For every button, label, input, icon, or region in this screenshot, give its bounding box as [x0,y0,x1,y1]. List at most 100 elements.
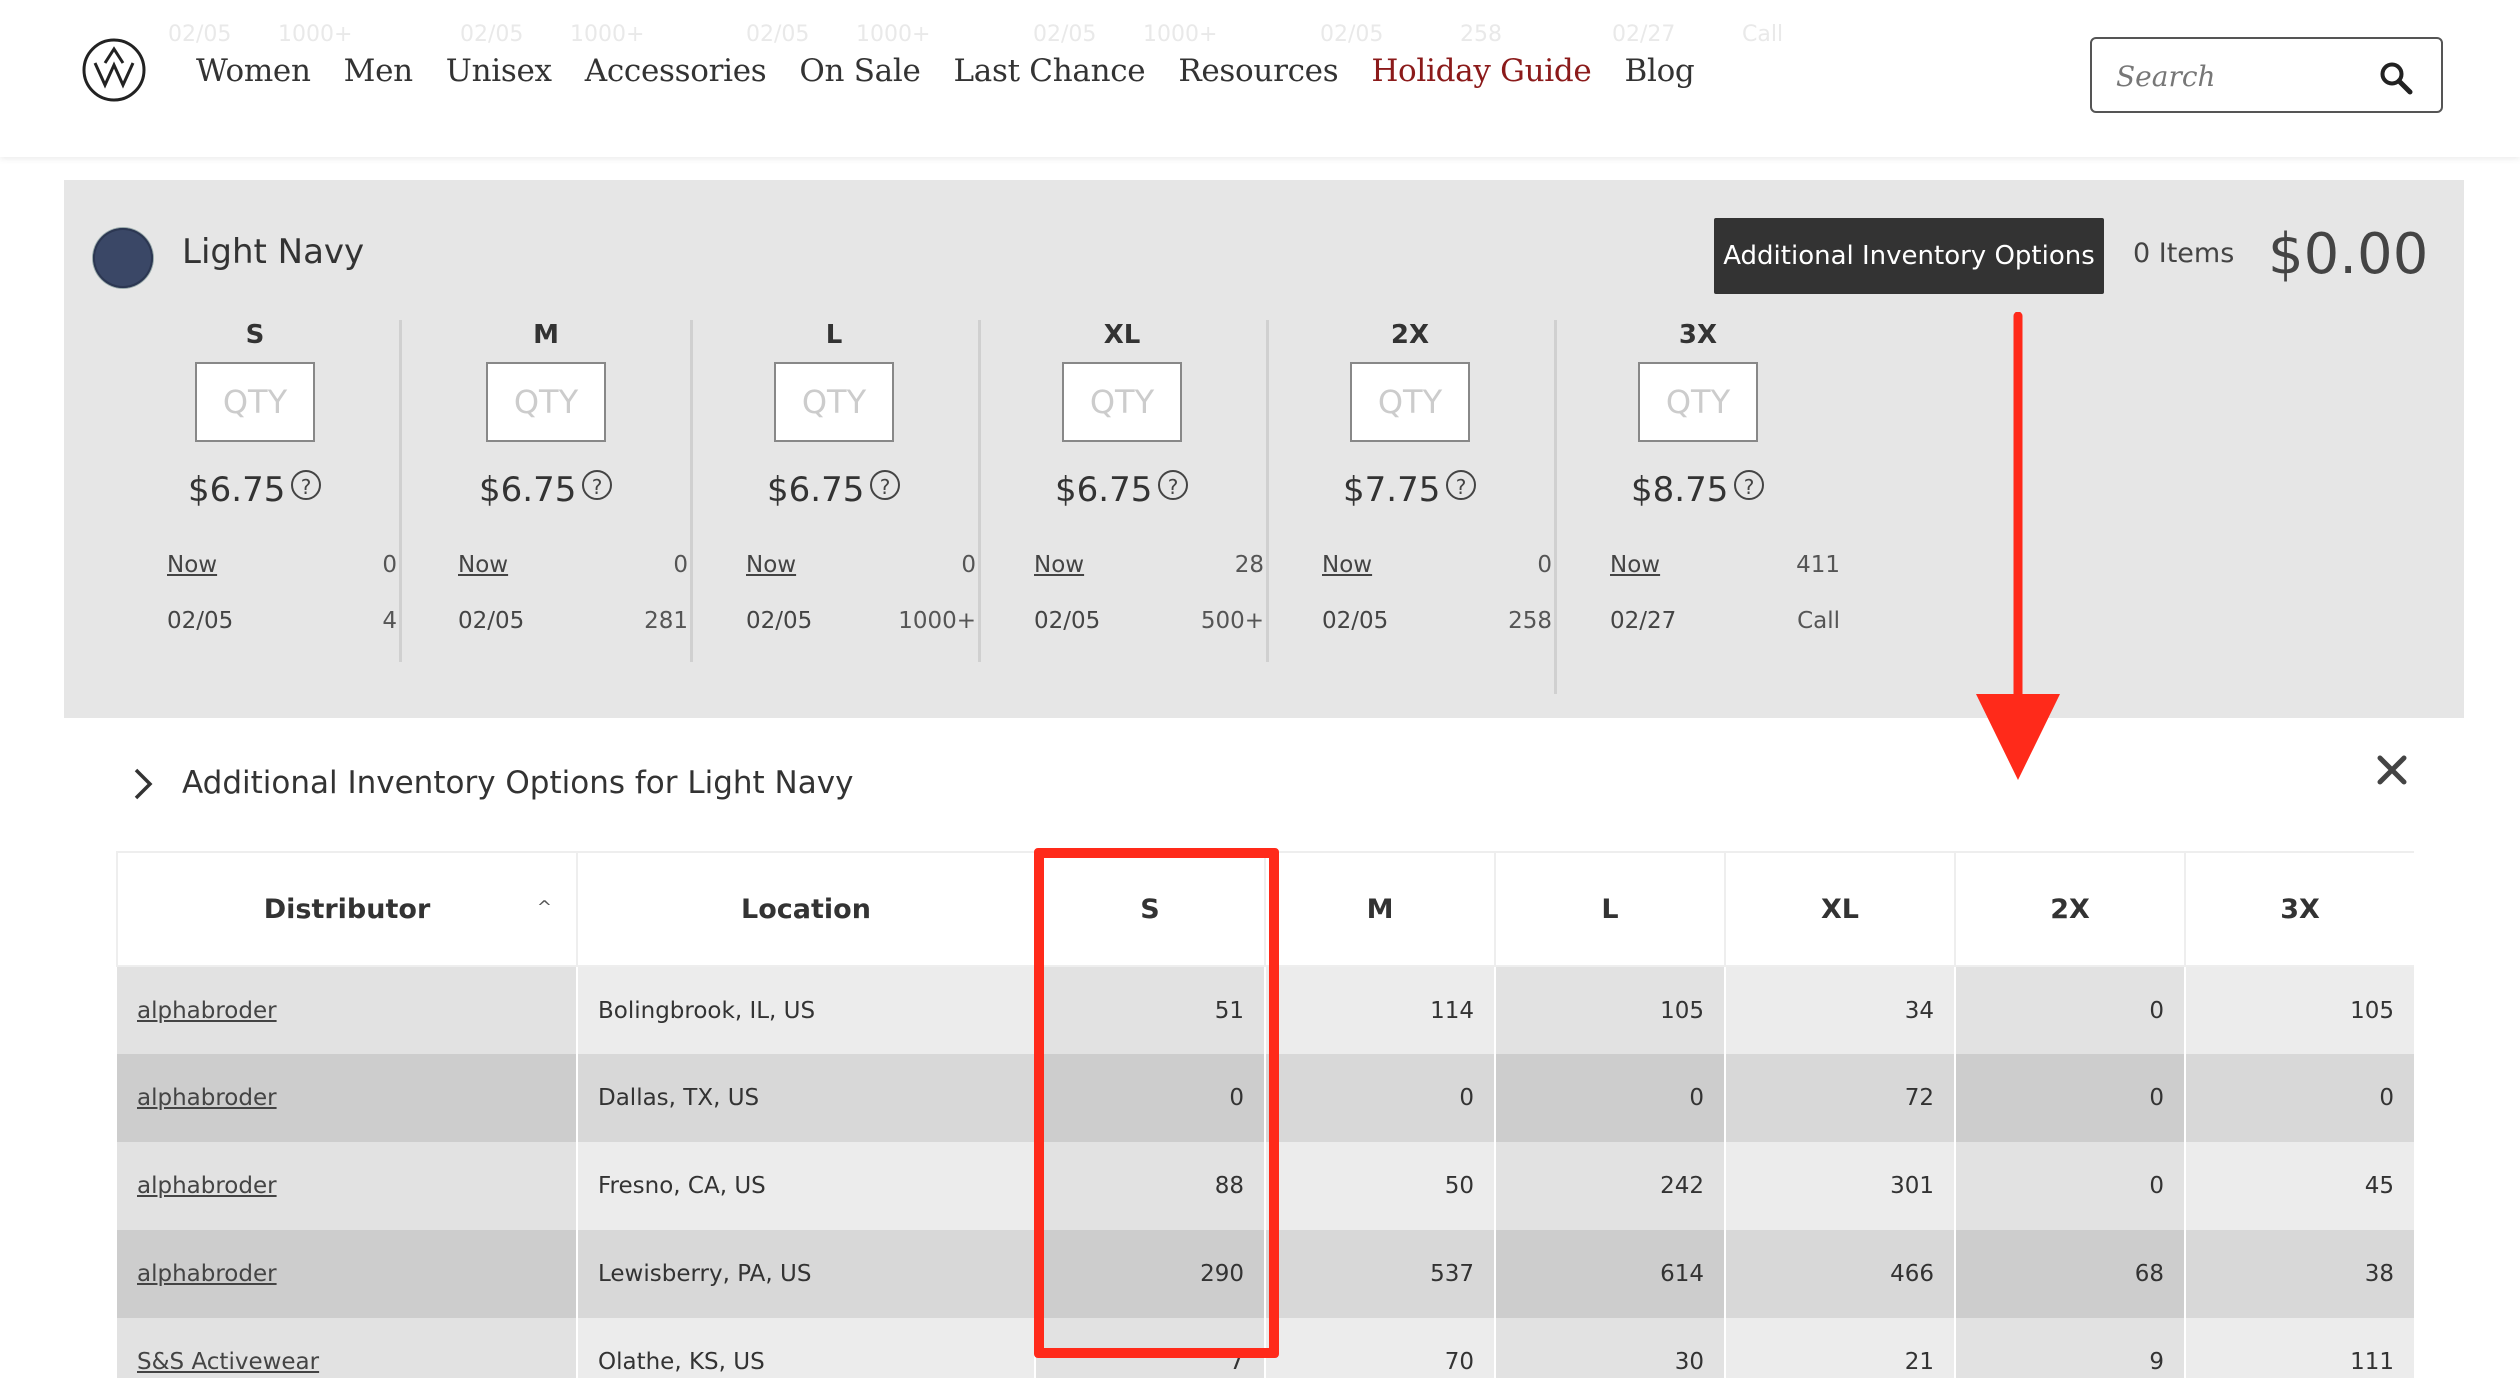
now-link[interactable]: Now [458,552,508,578]
size-column-l: L $6.75 ? Now 0 02/05 1000+ [690,320,981,662]
nav-last-chance[interactable]: Last Chance [954,46,1146,96]
price-help-icon[interactable]: ? [1446,470,1476,500]
column-header-s[interactable]: S [1034,851,1266,967]
qty-cell-3x: 45 [2185,1142,2414,1230]
now-link[interactable]: Now [1610,552,1660,578]
qty-cell-m: 70 [1265,1318,1496,1378]
location-cell: Bolingbrook, IL, US [577,966,1036,1054]
column-header-3x[interactable]: 3X [2184,851,2414,967]
qty-input-2x[interactable] [1350,362,1470,442]
search-icon[interactable] [2379,61,2413,95]
qty-cell-m: 537 [1265,1230,1496,1318]
ghost-text: 02/05 [1320,22,1384,47]
size-column-m: M $6.75 ? Now 0 02/05 281 [402,320,693,662]
qty-input-3x[interactable] [1638,362,1758,442]
ghost-text: 1000+ [1143,22,1218,47]
ghost-text: Call [1742,22,1784,47]
additional-inventory-options-button[interactable]: Additional Inventory Options [1714,218,2104,294]
qty-cell-xl: 34 [1725,966,1956,1054]
search-input[interactable] [2114,53,2378,99]
now-link[interactable]: Now [1322,552,1372,578]
restock-date: 02/05 [1034,608,1101,634]
now-value: 411 [1796,552,1840,578]
sort-ascending-icon[interactable]: ^ [537,897,552,918]
qty-cell-l: 105 [1495,966,1726,1054]
distributor-link[interactable]: S&S Activewear [137,1349,319,1375]
nav-women[interactable]: Women [196,46,311,96]
qty-cell-s: 7 [1035,1318,1266,1378]
now-link[interactable]: Now [1034,552,1084,578]
brand-logo-icon[interactable] [81,37,147,103]
inventory-table-wrap: Distributor ^ Location S M L XL 2X 3X alp… [116,851,2414,1378]
column-header-m[interactable]: M [1264,851,1496,967]
location-cell: Dallas, TX, US [577,1054,1036,1142]
qty-cell-3x: 38 [2185,1230,2414,1318]
column-header-location[interactable]: Location [576,851,1036,967]
qty-cell-2x: 0 [1955,966,2186,1054]
size-label: L [825,320,843,350]
restock-date: 02/05 [458,608,525,634]
nav-holiday-guide[interactable]: Holiday Guide [1371,46,1591,96]
table-row: alphabroder Lewisberry, PA, US 290 537 6… [117,1230,2414,1318]
close-icon[interactable] [2376,754,2408,786]
nav-blog[interactable]: Blog [1624,46,1694,96]
restock-date: 02/05 [1322,608,1389,634]
price-help-icon[interactable]: ? [582,470,612,500]
now-link[interactable]: Now [746,552,796,578]
column-header-distributor[interactable]: Distributor ^ [116,851,578,967]
price-help-icon[interactable]: ? [291,470,321,500]
nav-unisex[interactable]: Unisex [446,46,552,96]
qty-input-m[interactable] [486,362,606,442]
size-price: $6.75 [1055,470,1153,510]
qty-input-xl[interactable] [1062,362,1182,442]
nav-resources[interactable]: Resources [1178,46,1338,96]
nav-on-sale[interactable]: On Sale [799,46,920,96]
nav-accessories[interactable]: Accessories [585,46,767,96]
column-header-l[interactable]: L [1494,851,1726,967]
distributor-link[interactable]: alphabroder [137,1173,277,1199]
restock-value: 281 [644,608,688,634]
now-value: 28 [1234,552,1264,578]
price-help-icon[interactable]: ? [1734,470,1764,500]
ghost-text: 02/05 [460,22,524,47]
column-header-2x[interactable]: 2X [1954,851,2186,967]
restock-value: 258 [1508,608,1552,634]
color-name: Light Navy [182,232,365,272]
chevron-right-icon[interactable] [132,767,156,801]
restock-date: 02/05 [746,608,813,634]
ghost-text: 258 [1460,22,1502,47]
column-header-xl[interactable]: XL [1724,851,1956,967]
size-price: $6.75 [767,470,865,510]
now-value: 0 [1537,552,1552,578]
distributor-link[interactable]: alphabroder [137,1085,277,1111]
price-help-icon[interactable]: ? [1158,470,1188,500]
qty-cell-l: 614 [1495,1230,1726,1318]
size-label: M [533,320,559,350]
qty-cell-m: 50 [1265,1142,1496,1230]
qty-cell-xl: 21 [1725,1318,1956,1378]
distributor-link[interactable]: alphabroder [137,998,277,1024]
size-column-xl: XL $6.75 ? Now 28 02/05 500+ [978,320,1269,662]
size-price: $7.75 [1343,470,1441,510]
qty-input-l[interactable] [774,362,894,442]
nav-men[interactable]: Men [344,46,413,96]
ghost-text: 02/27 [1612,22,1676,47]
size-label: S [245,320,265,350]
search-box [2090,37,2443,113]
color-swatch[interactable] [93,228,153,288]
inventory-table: Distributor ^ Location S M L XL 2X 3X alp… [116,851,2414,1378]
now-link[interactable]: Now [167,552,217,578]
qty-cell-m: 0 [1265,1054,1496,1142]
distributor-link[interactable]: alphabroder [137,1261,277,1287]
size-column-s: S $6.75 ? Now 0 02/05 4 [111,320,402,662]
call-link[interactable]: Call [1740,608,1840,634]
restock-value: 500+ [1200,608,1264,634]
main-nav: Women Men Unisex Accessories On Sale Las… [196,46,1695,96]
qty-input-s[interactable] [195,362,315,442]
items-count: 0 Items [2133,238,2235,269]
price-help-icon[interactable]: ? [870,470,900,500]
now-value: 0 [382,552,397,578]
ghost-text: 02/05 [168,22,232,47]
restock-value: 4 [382,608,397,634]
size-column-2x: 2X $7.75 ? Now 0 02/05 258 [1266,320,1557,662]
